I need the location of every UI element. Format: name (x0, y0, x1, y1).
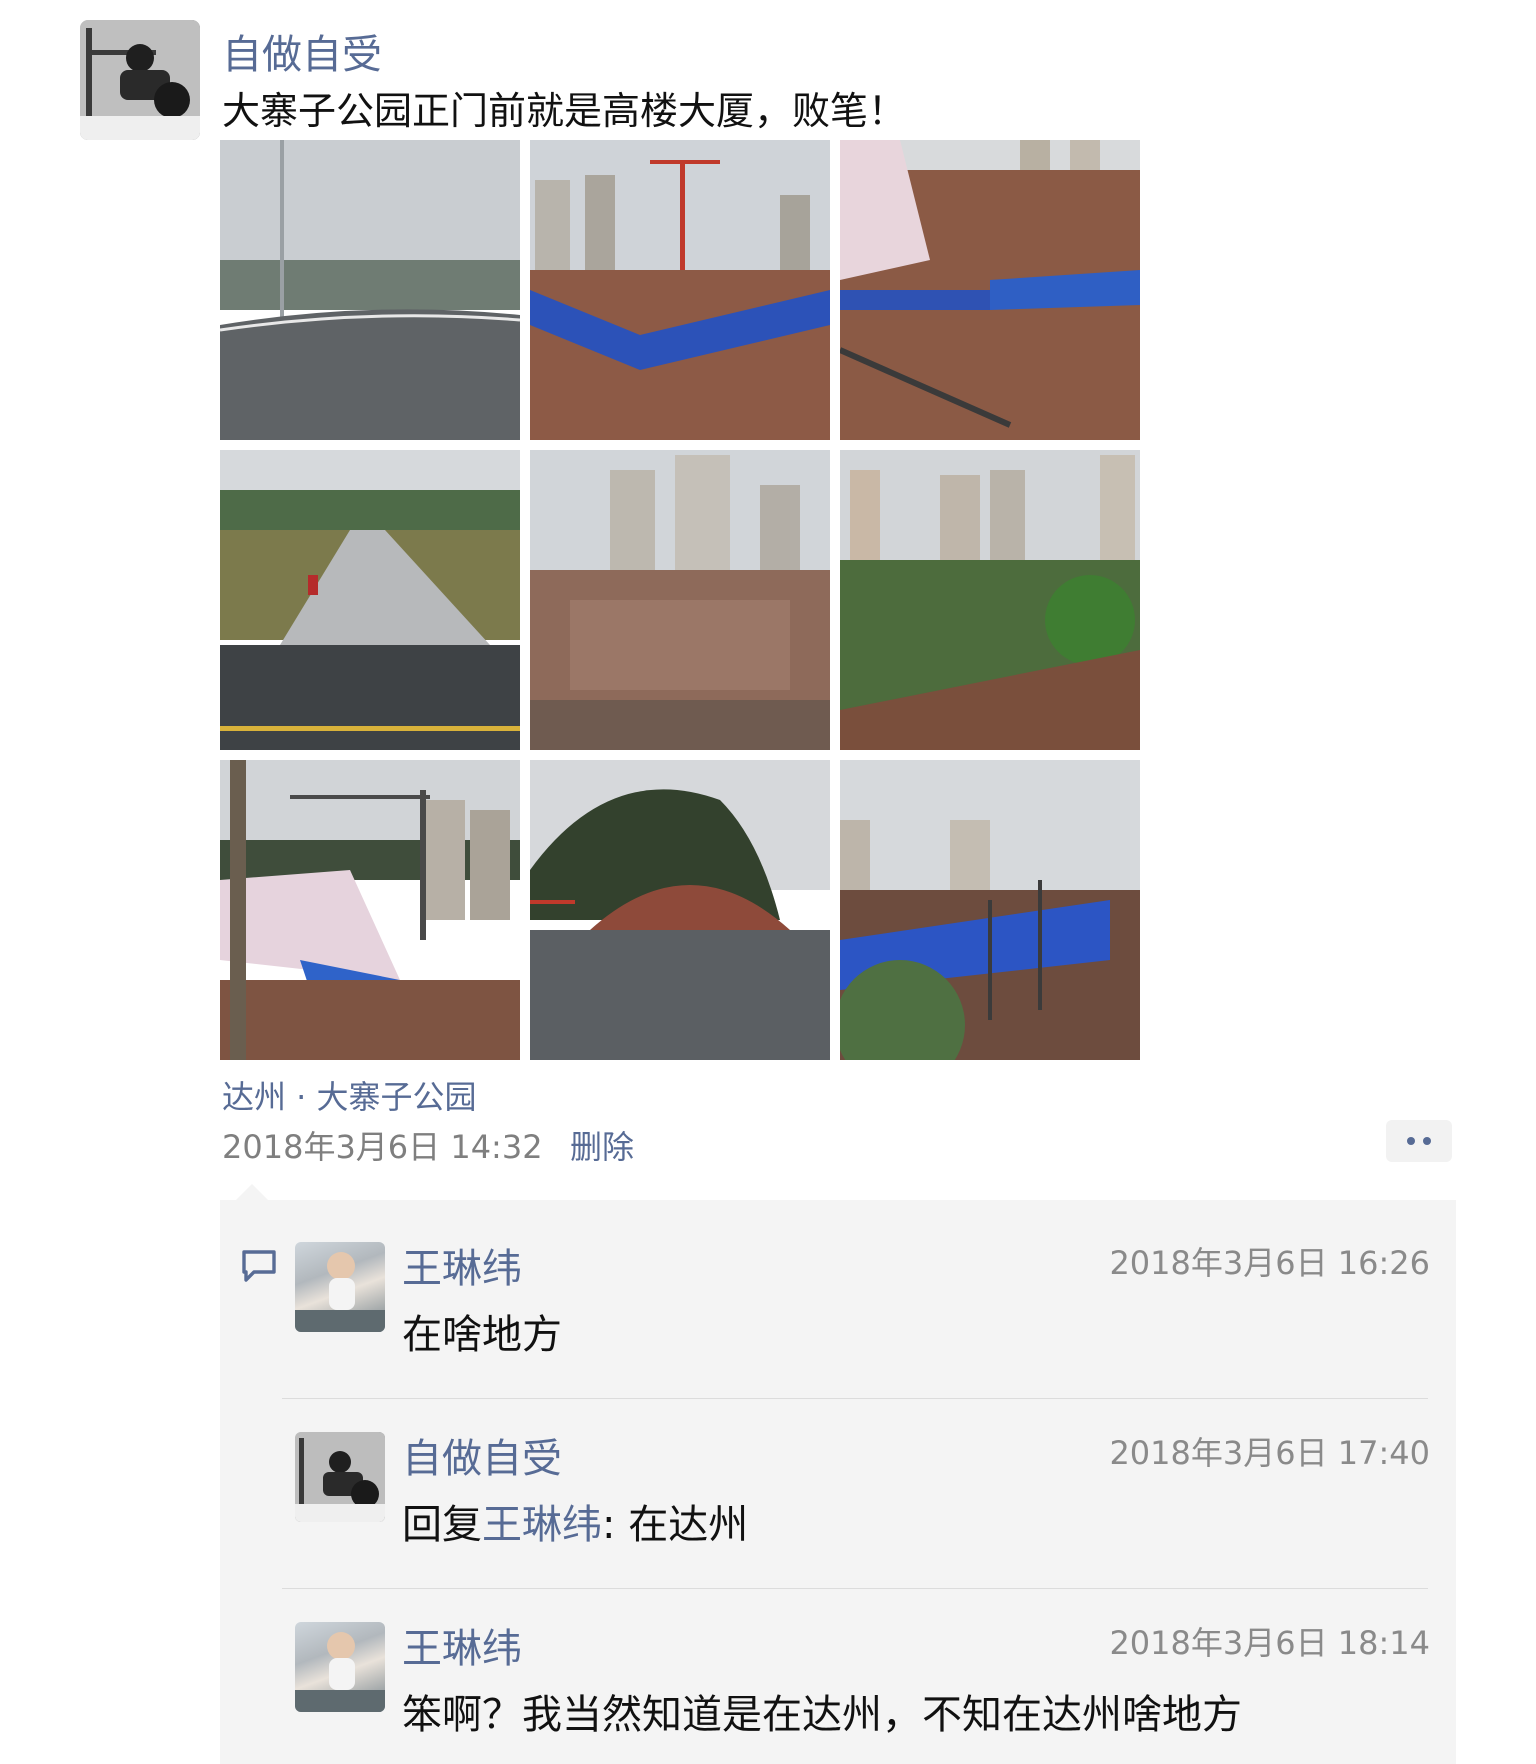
reply-to-name[interactable]: 王琳纬 (482, 1502, 602, 1548)
comments-pointer (236, 1184, 268, 1200)
comment-avatar[interactable] (295, 1432, 385, 1522)
comment-avatar[interactable] (295, 1242, 385, 1332)
post-text: 大寨子公园正门前就是高楼大厦，败笔！ (222, 89, 907, 133)
reply-prefix: 回复 (402, 1502, 482, 1548)
photo-6[interactable] (840, 450, 1140, 750)
post-location[interactable]: 达州 · 大寨子公园 (222, 1072, 477, 1118)
comment-bubble-icon (242, 1250, 276, 1282)
more-dots-icon (1423, 1137, 1431, 1145)
comment-time: 2018年3月6日 17:40 (1109, 1434, 1430, 1472)
delete-button[interactable]: 删除 (570, 1122, 634, 1168)
comment-author[interactable]: 王琳纬 (402, 1236, 522, 1294)
photo-1[interactable] (220, 140, 520, 440)
comment-avatar[interactable] (295, 1622, 385, 1712)
photo-4[interactable] (220, 450, 520, 750)
photo-grid (220, 140, 1140, 1060)
comment-author[interactable]: 王琳纬 (402, 1616, 522, 1674)
more-dots-icon (1407, 1137, 1415, 1145)
photo-8[interactable] (530, 760, 830, 1060)
photo-7[interactable] (220, 760, 520, 1060)
comment-text[interactable]: 在啥地方 (402, 1302, 562, 1360)
photo-9[interactable] (840, 760, 1140, 1060)
comment-divider (282, 1588, 1428, 1589)
comment-author[interactable]: 自做自受 (402, 1426, 562, 1484)
post-author-avatar[interactable] (80, 20, 200, 140)
photo-2[interactable] (530, 140, 830, 440)
reply-text: : 在达州 (602, 1502, 749, 1548)
photo-3[interactable] (840, 140, 1140, 440)
post-author-name[interactable]: 自做自受 (222, 22, 382, 80)
more-button[interactable] (1386, 1120, 1452, 1162)
photo-5[interactable] (530, 450, 830, 750)
post-timestamp: 2018年3月6日 14:32 (222, 1128, 543, 1166)
comments-panel: 王琳纬 2018年3月6日 16:26 在啥地方 自做自受 2018年3月6日 … (220, 1200, 1456, 1764)
comment-time: 2018年3月6日 16:26 (1109, 1244, 1430, 1282)
comment-text[interactable]: 笨啊？我当然知道是在达州，不知在达州啥地方 (402, 1682, 1242, 1740)
comment-time: 2018年3月6日 18:14 (1109, 1624, 1430, 1662)
comment-text[interactable]: 回复王琳纬: 在达州 (402, 1492, 748, 1550)
comment-divider (282, 1398, 1428, 1399)
